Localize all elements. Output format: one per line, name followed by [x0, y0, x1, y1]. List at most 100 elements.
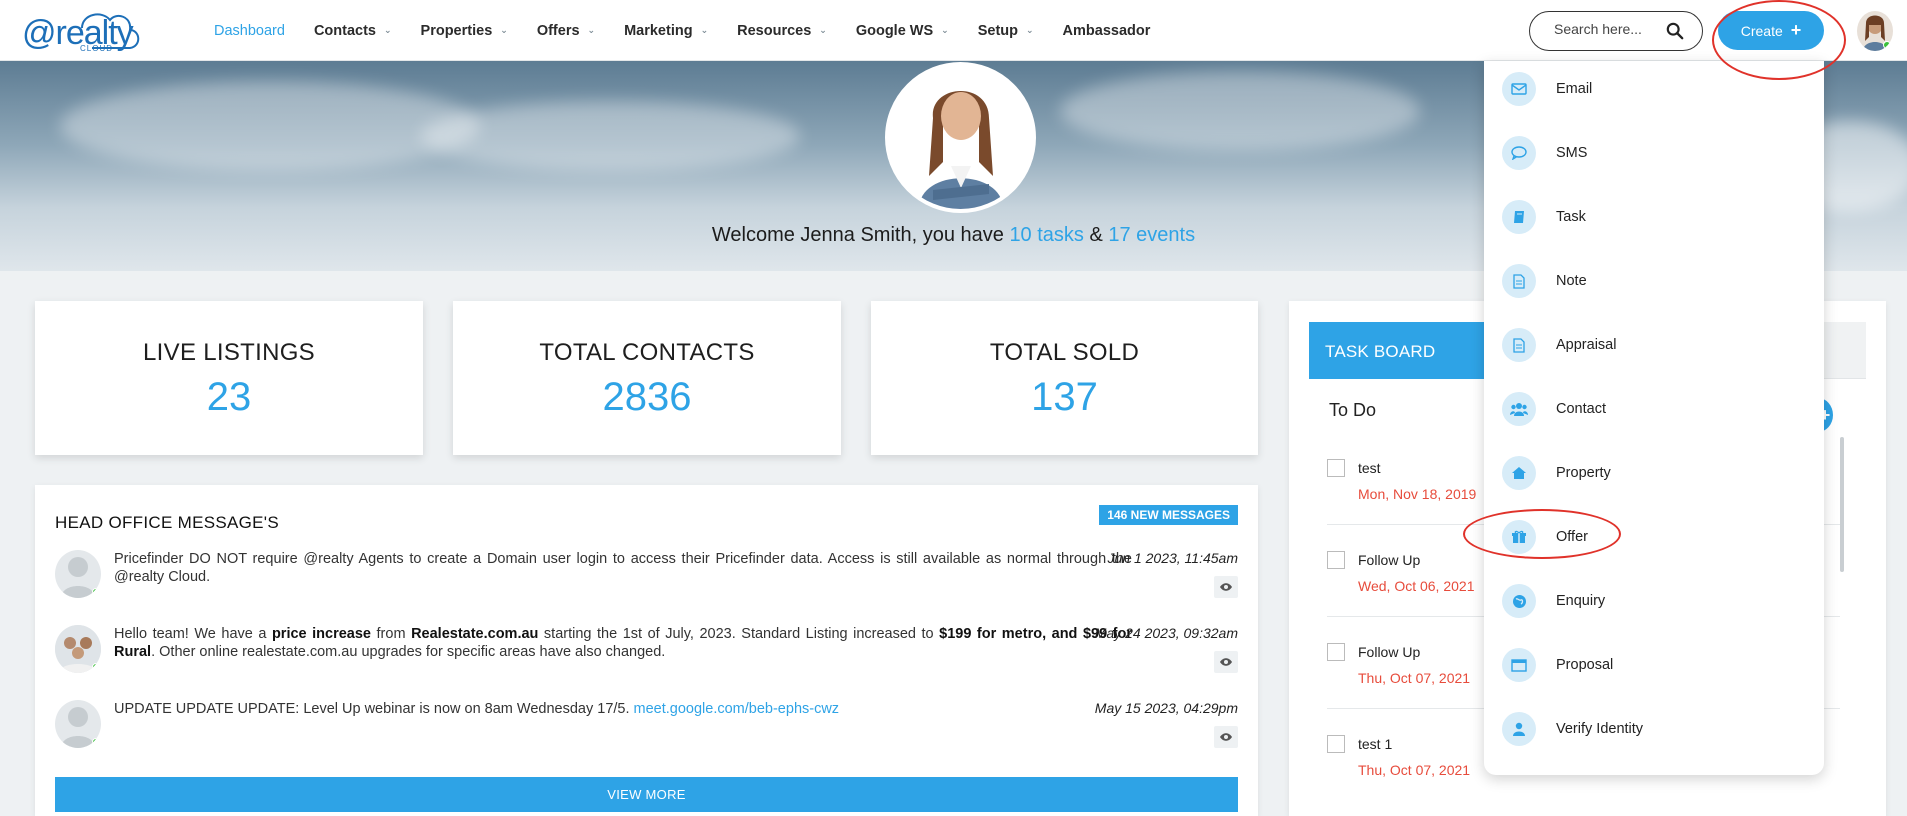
nav-marketing[interactable]: Marketing ⌄ [624, 23, 708, 39]
message-date: May 15 2023, 04:29pm [1094, 700, 1238, 716]
create-menu-offer[interactable]: Offer [1502, 519, 1588, 555]
meet-link[interactable]: meet.google.com/beb-ephs-cwz [634, 701, 840, 717]
create-menu-sms[interactable]: SMS [1502, 135, 1587, 171]
browser-icon [1502, 648, 1536, 682]
chevron-down-icon: ⌄ [941, 25, 949, 35]
nav-setup[interactable]: Setup ⌄ [978, 23, 1034, 39]
cloud-shape [60, 81, 480, 171]
online-status-dot [92, 663, 100, 671]
profile-photo [885, 62, 1036, 213]
home-icon [1502, 456, 1536, 490]
globe-icon [1502, 584, 1536, 618]
create-menu-contact[interactable]: Contact [1502, 391, 1606, 427]
online-status-dot [92, 588, 100, 596]
tasks-link[interactable]: 10 tasks [1009, 224, 1083, 246]
view-message-button[interactable] [1214, 576, 1238, 598]
message-text: Pricefinder DO NOT require @realty Agent… [114, 551, 1132, 585]
chevron-down-icon: ⌄ [587, 25, 596, 35]
message-item: Pricefinder DO NOT require @realty Agent… [55, 550, 1238, 610]
chevron-down-icon: ⌄ [1026, 25, 1034, 35]
nav-offers[interactable]: Offers ⌄ [537, 23, 595, 39]
stat-value: 2836 [602, 375, 692, 419]
create-menu-appraisal[interactable]: Appraisal [1502, 327, 1616, 363]
nav-properties[interactable]: Properties ⌄ [421, 23, 508, 39]
create-menu-task[interactable]: Task [1502, 199, 1586, 235]
chevron-down-icon: ⌄ [500, 25, 508, 35]
task-checkbox[interactable] [1327, 643, 1345, 661]
stat-label: TOTAL SOLD [989, 339, 1140, 366]
view-message-button[interactable] [1214, 726, 1238, 748]
online-status-dot [92, 738, 100, 746]
search-input[interactable] [1554, 21, 1664, 37]
eye-icon [1220, 733, 1232, 741]
messages-title: HEAD OFFICE MESSAGE'S [55, 513, 279, 532]
create-menu-verify-identity[interactable]: Verify Identity [1502, 711, 1643, 747]
stat-card-total-contacts[interactable]: TOTAL CONTACTS 2836 [453, 301, 841, 455]
cloud-shape [1060, 71, 1420, 151]
task-scrollbar[interactable] [1840, 437, 1844, 572]
events-link[interactable]: 17 events [1108, 224, 1195, 246]
stat-value: 137 [1031, 375, 1098, 419]
message-item: Hello team! We have a price increase fro… [55, 625, 1238, 685]
tab-task-board[interactable]: TASK BOARD [1309, 322, 1488, 379]
create-button[interactable]: Create + [1718, 11, 1824, 50]
brand-name: @realty [22, 14, 134, 52]
chat-bubble-icon [1502, 136, 1536, 170]
nav-google-ws[interactable]: Google WS ⌄ [856, 23, 949, 39]
envelope-icon [1502, 72, 1536, 106]
message-date: Jun 1 2023, 11:45am [1107, 550, 1238, 566]
nav-dashboard[interactable]: Dashboard [214, 23, 285, 39]
realty-cloud-logo[interactable]: @realty CLOUD [22, 6, 150, 56]
chevron-down-icon: ⌄ [819, 25, 827, 35]
stat-card-total-sold[interactable]: TOTAL SOLD 137 [871, 301, 1258, 455]
book-icon [1502, 200, 1536, 234]
eye-icon [1220, 658, 1232, 666]
message-item: UPDATE UPDATE UPDATE: Level Up webinar i… [55, 700, 1238, 760]
avatar [55, 625, 101, 673]
agent-portrait-icon [889, 66, 1032, 209]
search-icon[interactable] [1666, 22, 1684, 40]
new-messages-badge[interactable]: 146 NEW MESSAGES [1099, 505, 1238, 525]
task-name[interactable]: Follow Up [1358, 644, 1420, 660]
gift-icon [1502, 520, 1536, 554]
task-due-date: Thu, Oct 07, 2021 [1358, 762, 1471, 778]
task-checkbox[interactable] [1327, 459, 1345, 477]
main-menu: Dashboard Contacts ⌄ Properties ⌄ Offers ⌄ … [214, 0, 1179, 61]
cloud-shape [420, 101, 800, 171]
message-text: Hello team! We have a price increase fro… [114, 626, 1132, 660]
nav-resources[interactable]: Resources ⌄ [737, 23, 827, 39]
search-box [1529, 11, 1703, 51]
create-menu-enquiry[interactable]: Enquiry [1502, 583, 1605, 619]
task-checkbox[interactable] [1327, 735, 1345, 753]
chevron-down-icon: ⌄ [700, 25, 709, 35]
task-due-date: Wed, Oct 06, 2021 [1358, 578, 1475, 594]
view-message-button[interactable] [1214, 651, 1238, 673]
task-checkbox[interactable] [1327, 551, 1345, 569]
head-office-messages: HEAD OFFICE MESSAGE'S 146 NEW MESSAGES P… [35, 485, 1258, 816]
create-menu-property[interactable]: Property [1502, 455, 1611, 491]
top-navbar: @realty CLOUD Dashboard Contacts ⌄ Proper… [0, 0, 1907, 61]
user-avatar[interactable] [1857, 11, 1893, 51]
task-due-date: Thu, Oct 07, 2021 [1358, 670, 1471, 686]
create-dropdown-menu: Email SMS Task Note Appraisal Contact Pr… [1484, 61, 1824, 775]
document-icon [1502, 328, 1536, 362]
create-menu-email[interactable]: Email [1502, 71, 1592, 107]
nav-contacts[interactable]: Contacts ⌄ [314, 23, 392, 39]
task-name[interactable]: test 1 [1358, 736, 1392, 752]
stat-card-live-listings[interactable]: LIVE LISTINGS 23 [35, 301, 423, 455]
document-icon [1502, 264, 1536, 298]
create-menu-proposal[interactable]: Proposal [1502, 647, 1613, 683]
stat-label: LIVE LISTINGS [143, 339, 315, 366]
task-due-date: Mon, Nov 18, 2019 [1358, 486, 1477, 502]
task-name[interactable]: Follow Up [1358, 552, 1420, 568]
plus-icon: + [1790, 20, 1802, 40]
brand-sub: CLOUD [80, 44, 114, 53]
eye-icon [1220, 583, 1232, 591]
nav-ambassador[interactable]: Ambassador [1063, 23, 1151, 39]
task-name[interactable]: test [1358, 460, 1381, 476]
create-menu-note[interactable]: Note [1502, 263, 1587, 299]
stat-value: 23 [206, 375, 252, 419]
todo-column-title: To Do [1329, 400, 1377, 420]
view-more-button[interactable]: VIEW MORE [55, 777, 1238, 812]
online-status-dot [1883, 41, 1891, 49]
